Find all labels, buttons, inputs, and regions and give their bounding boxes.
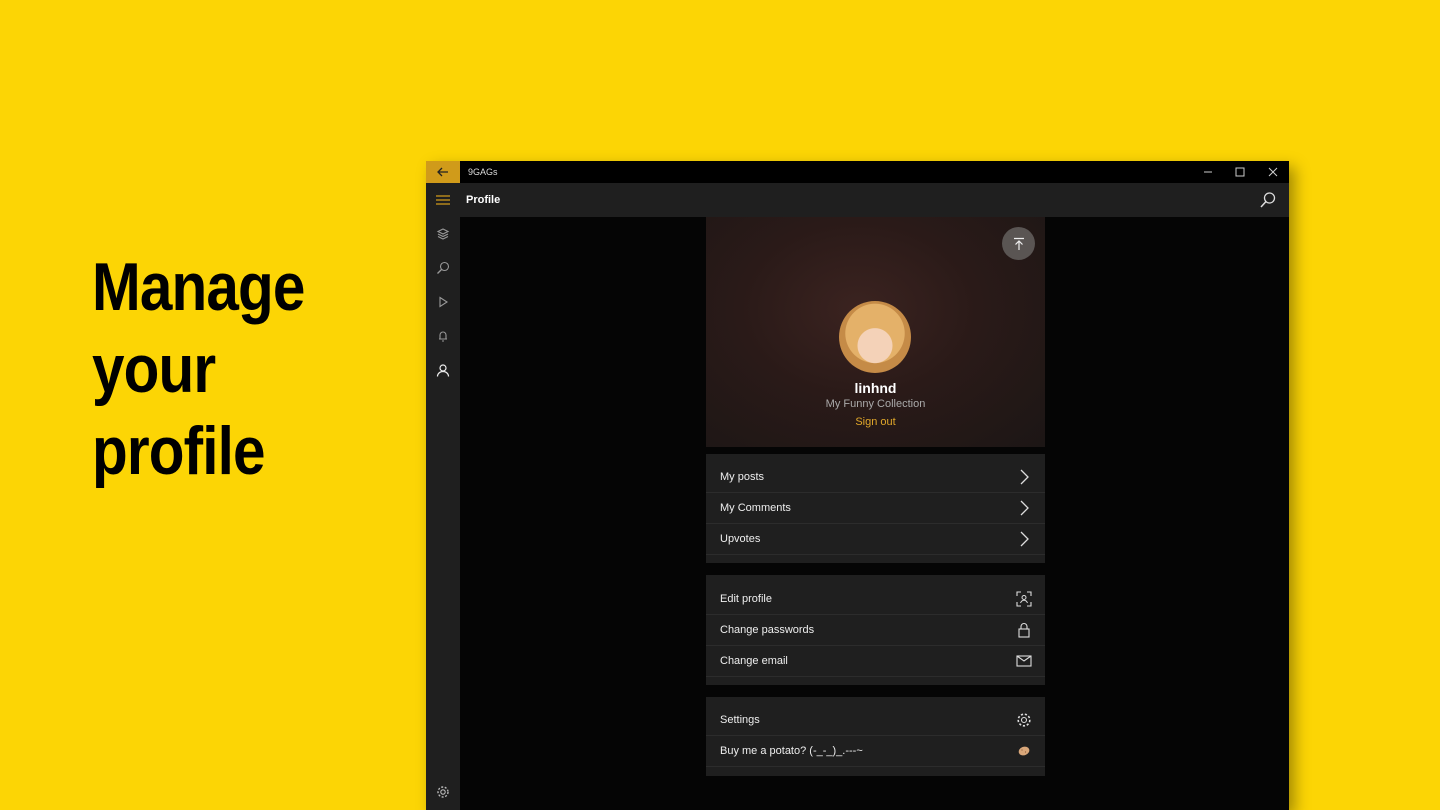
play-icon (439, 296, 449, 308)
misc-group: Settings Buy me a potato? (-_-_)_.---~ (706, 697, 1045, 776)
person-icon (436, 364, 450, 377)
face-scan-icon (1015, 590, 1033, 608)
menu-row-label: My posts (720, 471, 765, 483)
chevron-right-icon (1015, 468, 1033, 486)
search-button[interactable] (1259, 191, 1277, 209)
nav-settings[interactable] (426, 777, 460, 807)
close-button[interactable] (1257, 161, 1289, 183)
potato-icon (1015, 742, 1033, 760)
menu-row-my-comments[interactable]: My Comments (706, 493, 1045, 524)
window-title: 9GAGs (468, 167, 498, 177)
account-group: Edit profile Change passwords Change ema… (706, 575, 1045, 685)
hamburger-menu-button[interactable] (426, 183, 460, 217)
menu-row-upvotes[interactable]: Upvotes (706, 524, 1045, 555)
minimize-icon (1204, 171, 1212, 173)
profile-content: linhnd My Funny Collection Sign out My p… (706, 217, 1045, 810)
chevron-right-icon (1015, 499, 1033, 517)
arrow-left-icon (437, 167, 448, 177)
app-window: 9GAGs Profile linhnd My Funny Collection… (426, 161, 1289, 810)
headline-line-1: Manage (92, 249, 305, 325)
maximize-icon (1235, 167, 1245, 177)
posts-group: My posts My Comments Upvotes (706, 454, 1045, 563)
menu-row-label: Change passwords (720, 624, 815, 636)
mail-icon (1015, 652, 1033, 670)
menu-row-my-posts[interactable]: My posts (706, 462, 1045, 493)
arrow-up-to-top-icon (1013, 237, 1024, 250)
menu-row-label: My Comments (720, 502, 791, 514)
collection-name: My Funny Collection (825, 398, 926, 410)
menu-row-edit-profile[interactable]: Edit profile (706, 584, 1045, 615)
menu-row-label: Buy me a potato? (-_-_)_.---~ (720, 745, 863, 757)
menu-row-buy-potato[interactable]: Buy me a potato? (-_-_)_.---~ (706, 736, 1045, 767)
username: linhnd (854, 380, 897, 396)
close-icon (1268, 167, 1278, 177)
scroll-to-top-button[interactable] (1002, 227, 1035, 260)
gear-icon (1015, 711, 1033, 729)
maximize-button[interactable] (1224, 161, 1256, 183)
nav-hot[interactable] (426, 219, 460, 249)
bell-icon (439, 331, 447, 342)
nav-profile[interactable] (426, 355, 460, 385)
headline-line-2: your (92, 331, 216, 407)
menu-row-change-passwords[interactable]: Change passwords (706, 615, 1045, 646)
avatar (839, 301, 911, 373)
headline-line-3: profile (92, 413, 266, 489)
minimize-button[interactable] (1192, 161, 1224, 183)
sign-out-link[interactable]: Sign out (706, 416, 1045, 428)
menu-row-label: Edit profile (720, 593, 772, 605)
search-icon (437, 261, 450, 274)
headline: Manage your profile (92, 246, 305, 492)
layers-icon (436, 228, 450, 240)
lock-icon (1015, 621, 1033, 639)
nav-video[interactable] (426, 287, 460, 317)
app-bar: Profile (426, 183, 1289, 217)
menu-row-settings[interactable]: Settings (706, 705, 1045, 736)
chevron-right-icon (1015, 530, 1033, 548)
nav-notifications[interactable] (426, 321, 460, 351)
menu-row-label: Change email (720, 655, 788, 667)
menu-row-label: Settings (720, 714, 760, 726)
back-button[interactable] (426, 161, 460, 183)
profile-header: linhnd My Funny Collection Sign out (706, 217, 1045, 447)
sidebar (426, 217, 460, 810)
search-icon (1260, 192, 1276, 208)
gear-icon (437, 786, 449, 798)
menu-row-change-email[interactable]: Change email (706, 646, 1045, 677)
hamburger-icon (436, 195, 450, 205)
nav-search[interactable] (426, 253, 460, 283)
page-title: Profile (466, 194, 501, 206)
menu-row-label: Upvotes (720, 533, 761, 545)
title-bar: 9GAGs (426, 161, 1289, 183)
